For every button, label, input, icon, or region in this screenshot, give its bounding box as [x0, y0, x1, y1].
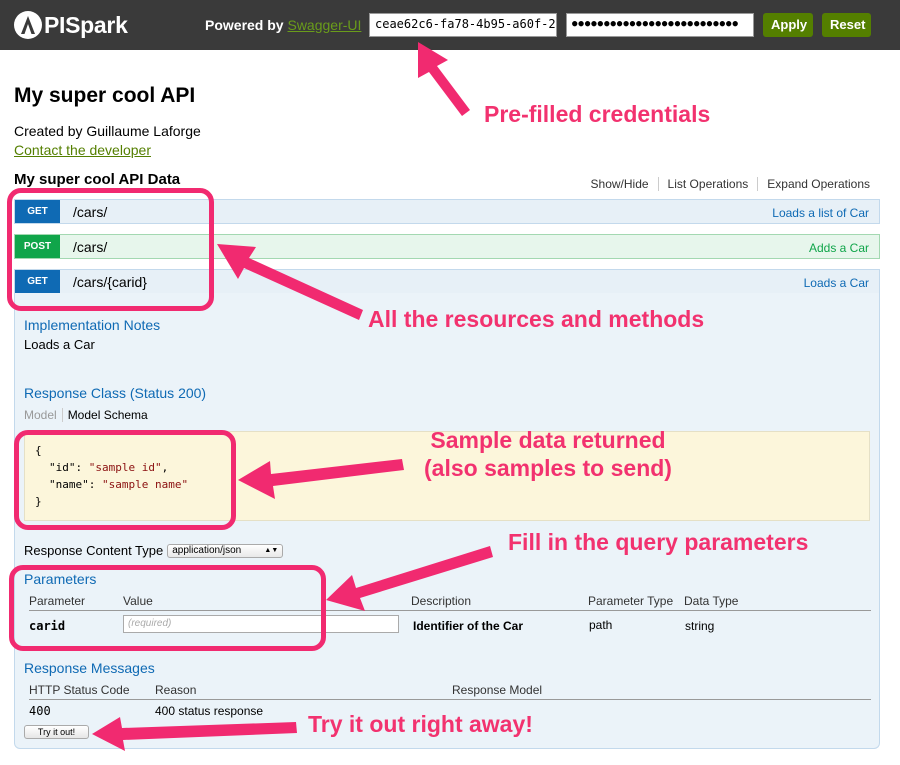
status-reason: 400 status response	[155, 704, 264, 718]
operation-description[interactable]: Adds a Car	[809, 241, 869, 255]
content-type-value: application/json	[172, 545, 242, 556]
column-header: Parameter Type	[588, 594, 674, 608]
tab-model-schema[interactable]: Model Schema	[63, 408, 148, 422]
status-code: 400	[29, 704, 51, 718]
implementation-notes-text: Loads a Car	[24, 337, 95, 352]
column-header: Reason	[155, 683, 197, 697]
parameter-type: path	[589, 618, 613, 632]
created-by-text: Created by Guillaume Laforge	[14, 123, 201, 139]
expand-operations-link[interactable]: Expand Operations	[757, 177, 870, 191]
powered-by-label: Powered by	[205, 17, 284, 33]
operation-description[interactable]: Loads a Car	[804, 276, 869, 290]
contact-developer-link[interactable]: Contact the developer	[14, 142, 151, 158]
highlight-operations-box	[7, 188, 214, 311]
resource-links: Show/Hide List Operations Expand Operati…	[582, 177, 870, 191]
model-tabs: Model Model Schema	[24, 408, 148, 422]
resource-heading[interactable]: My super cool API Data	[14, 171, 180, 188]
column-header: Response Model	[452, 683, 543, 697]
response-content-type: Response Content Type application/json ▲…	[24, 543, 284, 558]
annotation-sample-line2: (also samples to send)	[424, 455, 672, 481]
annotation-sample-line1: Sample data returned	[430, 427, 666, 453]
response-messages-header: HTTP Status Code Reason Response Model	[29, 683, 871, 700]
content-type-select[interactable]: application/json ▲▼	[167, 543, 284, 558]
arrow-credentials	[418, 42, 470, 116]
apply-button[interactable]: Apply	[763, 13, 813, 37]
response-class-heading: Response Class (Status 200)	[24, 385, 207, 401]
list-operations-link[interactable]: List Operations	[657, 177, 758, 191]
swagger-ui-link[interactable]: Swagger-UI	[287, 17, 361, 33]
data-type: string	[685, 619, 715, 633]
column-header: Description	[411, 594, 472, 608]
try-it-out-button[interactable]: Try it out!	[24, 725, 89, 739]
response-messages-heading: Response Messages	[24, 660, 155, 676]
annotation-resources: All the resources and methods	[368, 306, 705, 332]
reset-button[interactable]: Reset	[822, 13, 871, 37]
powered-by-text: Powered by Swagger-UI	[205, 17, 361, 33]
show-hide-link[interactable]: Show/Hide	[582, 177, 658, 191]
api-password-input[interactable]: ●●●●●●●●●●●●●●●●●●●●●●●●●●	[566, 13, 754, 37]
highlight-parameters-box	[9, 565, 326, 651]
annotation-fill-params: Fill in the query parameters	[508, 529, 809, 555]
api-key-input[interactable]: ceae62c6-fa78-4b95-a60f-29	[369, 13, 557, 37]
column-header: Data Type	[684, 594, 739, 608]
content-type-label: Response Content Type	[24, 543, 164, 558]
apispark-logo-icon	[14, 11, 42, 39]
column-header: HTTP Status Code	[29, 683, 130, 697]
implementation-notes-heading: Implementation Notes	[24, 317, 161, 333]
tab-model[interactable]: Model	[24, 408, 63, 422]
annotation-sample-data: Sample data returned (also samples to se…	[424, 426, 672, 482]
top-header: PISpark Powered by Swagger-UI ceae62c6-f…	[0, 0, 900, 50]
api-title: My super cool API	[14, 84, 196, 107]
annotation-credentials: Pre-filled credentials	[484, 101, 711, 127]
apispark-logo[interactable]: PISpark	[13, 9, 128, 41]
logo-text: PISpark	[44, 11, 128, 38]
highlight-schema-box	[14, 430, 236, 530]
annotation-try-it: Try it out right away!	[308, 711, 533, 737]
operation-description[interactable]: Loads a list of Car	[772, 206, 869, 220]
select-arrows-icon: ▲▼	[264, 547, 279, 554]
parameter-description: Identifier of the Car	[413, 619, 524, 633]
